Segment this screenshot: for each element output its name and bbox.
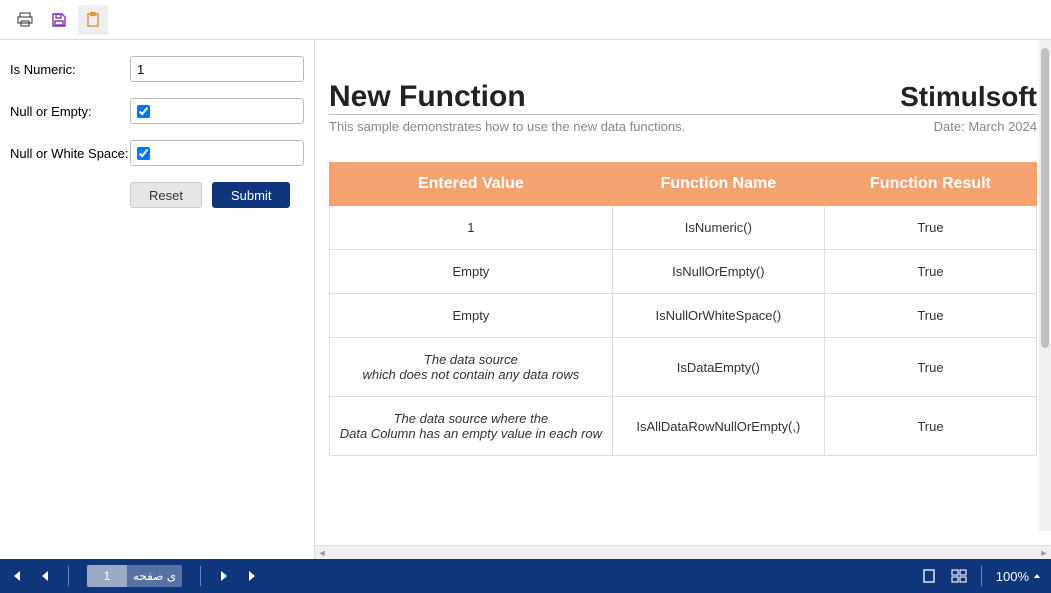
- hscroll-right-arrow[interactable]: ►: [1037, 548, 1051, 558]
- report-date: Date: March 2024: [934, 119, 1037, 134]
- cell-entered-value: Empty: [330, 250, 613, 294]
- first-page-button[interactable]: [10, 570, 22, 582]
- cell-function-result: True: [824, 397, 1036, 456]
- single-page-icon: [921, 568, 937, 584]
- zoom-control[interactable]: 100%: [996, 569, 1041, 584]
- status-bar: ی صفحه 100%: [0, 559, 1051, 593]
- report-brand: Stimulsoft: [900, 81, 1037, 113]
- cell-entered-value: 1: [330, 206, 613, 250]
- cell-function-name: IsNumeric(): [612, 206, 824, 250]
- null-or-whitespace-checkbox[interactable]: [137, 147, 150, 160]
- last-page-button[interactable]: [247, 570, 259, 582]
- vertical-scrollbar-thumb[interactable]: [1041, 48, 1049, 348]
- col-function-name: Function Name: [612, 163, 824, 206]
- clipboard-button[interactable]: [78, 5, 108, 35]
- form-buttons: Reset Submit: [10, 182, 304, 208]
- next-page-icon: [219, 570, 229, 582]
- first-page-icon: [10, 570, 22, 582]
- table-header-row: Entered Value Function Name Function Res…: [330, 163, 1037, 206]
- is-numeric-input-wrapper: [130, 56, 304, 82]
- print-icon: [17, 12, 33, 28]
- report-table: Entered Value Function Name Function Res…: [329, 162, 1037, 456]
- cell-function-result: True: [824, 294, 1036, 338]
- table-row: 1IsNumeric()True: [330, 206, 1037, 250]
- print-button[interactable]: [10, 5, 40, 35]
- null-or-empty-input-wrapper: [130, 98, 304, 124]
- cell-function-name: IsNullOrEmpty(): [612, 250, 824, 294]
- is-numeric-row: Is Numeric:: [10, 56, 304, 82]
- null-or-empty-row: Null or Empty:: [10, 98, 304, 124]
- top-toolbar: [0, 0, 1051, 40]
- table-row: The data sourcewhich does not contain an…: [330, 338, 1037, 397]
- cell-function-result: True: [824, 338, 1036, 397]
- submit-button[interactable]: Submit: [212, 182, 290, 208]
- next-page-button[interactable]: [219, 570, 229, 582]
- page-number-input[interactable]: [87, 565, 127, 587]
- col-function-result: Function Result: [824, 163, 1036, 206]
- report-title: New Function: [329, 80, 526, 114]
- null-or-empty-label: Null or Empty:: [10, 104, 130, 119]
- zoom-value: 100%: [996, 569, 1029, 584]
- cell-entered-value: The data sourcewhich does not contain an…: [330, 338, 613, 397]
- is-numeric-input[interactable]: [137, 62, 297, 77]
- cell-function-name: IsNullOrWhiteSpace(): [612, 294, 824, 338]
- table-row: The data source where theData Column has…: [330, 397, 1037, 456]
- horizontal-scrollbar[interactable]: ◄ ►: [315, 545, 1051, 559]
- status-right: 100%: [921, 566, 1041, 586]
- null-or-whitespace-input-wrapper: [130, 140, 304, 166]
- null-or-whitespace-label: Null or White Space:: [10, 146, 130, 161]
- report-headline: New Function Stimulsoft: [329, 80, 1037, 115]
- main-area: Is Numeric: Null or Empty: Null or White…: [0, 40, 1051, 559]
- hscroll-track[interactable]: [329, 546, 1037, 560]
- parameters-panel: Is Numeric: Null or Empty: Null or White…: [0, 40, 315, 559]
- table-row: EmptyIsNullOrEmpty()True: [330, 250, 1037, 294]
- prev-page-icon: [40, 570, 50, 582]
- null-or-empty-checkbox[interactable]: [137, 105, 150, 118]
- page-number-box: ی صفحه: [87, 565, 182, 587]
- multi-page-view-button[interactable]: [951, 568, 967, 584]
- reset-button[interactable]: Reset: [130, 182, 202, 208]
- prev-page-button[interactable]: [40, 570, 50, 582]
- cell-function-result: True: [824, 206, 1036, 250]
- save-icon: [51, 12, 67, 28]
- report-viewer: New Function Stimulsoft This sample demo…: [315, 40, 1051, 559]
- report-subtitle: This sample demonstrates how to use the …: [329, 119, 685, 134]
- single-page-view-button[interactable]: [921, 568, 937, 584]
- last-page-icon: [247, 570, 259, 582]
- nav-separator-2: [200, 566, 201, 586]
- clipboard-icon: [85, 12, 101, 28]
- cell-function-name: IsAllDataRowNullOrEmpty(,): [612, 397, 824, 456]
- report-page: New Function Stimulsoft This sample demo…: [315, 40, 1051, 545]
- page-navigator: ی صفحه: [10, 565, 259, 587]
- page-text-suffix: ی صفحه: [127, 569, 182, 583]
- is-numeric-label: Is Numeric:: [10, 62, 130, 77]
- zoom-up-icon: [1033, 572, 1041, 580]
- null-or-whitespace-row: Null or White Space:: [10, 140, 304, 166]
- cell-function-name: IsDataEmpty(): [612, 338, 824, 397]
- multi-page-icon: [951, 568, 967, 584]
- hscroll-left-arrow[interactable]: ◄: [315, 548, 329, 558]
- col-entered-value: Entered Value: [330, 163, 613, 206]
- table-row: EmptyIsNullOrWhiteSpace()True: [330, 294, 1037, 338]
- report-subheader: This sample demonstrates how to use the …: [329, 119, 1037, 134]
- save-button[interactable]: [44, 5, 74, 35]
- vertical-scrollbar[interactable]: [1039, 40, 1051, 531]
- nav-separator-1: [68, 566, 69, 586]
- cell-entered-value: Empty: [330, 294, 613, 338]
- viewer-canvas: New Function Stimulsoft This sample demo…: [315, 40, 1051, 545]
- cell-entered-value: The data source where theData Column has…: [330, 397, 613, 456]
- status-separator: [981, 566, 982, 586]
- cell-function-result: True: [824, 250, 1036, 294]
